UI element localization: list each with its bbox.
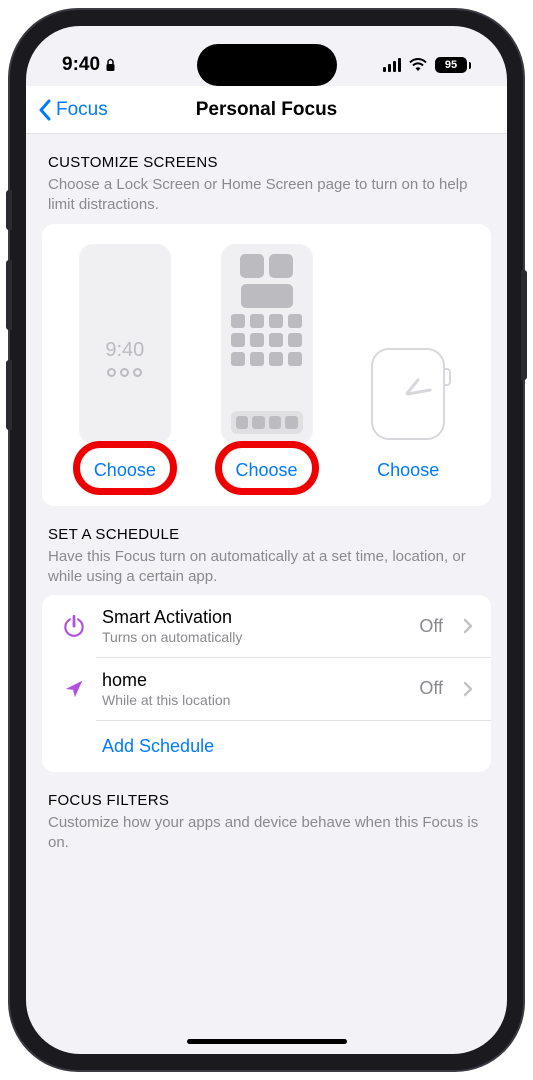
volume-up-button — [6, 260, 12, 330]
power-button — [521, 270, 527, 380]
back-label: Focus — [56, 99, 108, 121]
section-title: SET A SCHEDULE — [48, 526, 485, 543]
section-title: CUSTOMIZE SCREENS — [48, 154, 485, 171]
row-subtitle: While at this location — [102, 692, 405, 708]
navigation-bar: Focus Personal Focus — [26, 86, 507, 134]
volume-down-button — [6, 360, 12, 430]
dynamic-island — [197, 44, 337, 86]
row-value: Off — [419, 678, 443, 699]
screen: 9:40 95 — [26, 26, 507, 1054]
section-title: FOCUS FILTERS — [48, 792, 485, 809]
battery-indicator: 95 — [435, 57, 471, 73]
section-desc: Have this Focus turn on automatically at… — [48, 547, 485, 588]
row-value: Off — [419, 616, 443, 637]
watch-face-option: Choose — [341, 344, 475, 481]
choose-home-screen-button[interactable]: Choose — [235, 460, 297, 481]
home-screen-thumbnail[interactable] — [221, 244, 313, 444]
row-subtitle: Turns on automatically — [102, 629, 405, 645]
choose-watch-face-button[interactable]: Choose — [377, 460, 439, 481]
smart-activation-row[interactable]: Smart Activation Turns on automatically … — [42, 595, 491, 657]
location-arrow-icon — [60, 675, 88, 703]
lock-screen-thumbnail[interactable]: 9:40 — [79, 244, 171, 444]
cellular-signal-icon — [383, 58, 401, 72]
chevron-right-icon — [463, 681, 473, 697]
schedule-header: SET A SCHEDULE Have this Focus turn on a… — [26, 506, 507, 596]
row-title: home — [102, 670, 405, 691]
home-screen-option: Choose — [200, 244, 334, 481]
home-location-row[interactable]: home While at this location Off — [42, 658, 491, 720]
customize-screens-card: 9:40 Choose — [42, 224, 491, 506]
mute-switch — [6, 190, 12, 230]
watch-clock-icon — [383, 369, 433, 419]
add-schedule-button[interactable]: Add Schedule — [102, 736, 214, 757]
add-schedule-row[interactable]: Add Schedule — [42, 720, 491, 772]
page-title: Personal Focus — [196, 99, 338, 121]
row-title: Smart Activation — [102, 607, 405, 628]
content-area[interactable]: CUSTOMIZE SCREENS Choose a Lock Screen o… — [26, 134, 507, 862]
customize-screens-header: CUSTOMIZE SCREENS Choose a Lock Screen o… — [26, 134, 507, 224]
watch-face-thumbnail[interactable] — [364, 344, 452, 444]
battery-level: 95 — [445, 59, 457, 71]
focus-filters-header: FOCUS FILTERS Customize how your apps an… — [26, 772, 507, 862]
chevron-right-icon — [463, 618, 473, 634]
back-button[interactable]: Focus — [38, 99, 108, 121]
lock-thumbnail-time: 9:40 — [105, 339, 144, 362]
lock-icon — [105, 58, 116, 72]
lock-widgets-icon — [107, 368, 142, 377]
status-time: 9:40 — [62, 54, 100, 76]
schedule-card: Smart Activation Turns on automatically … — [42, 595, 491, 772]
power-icon — [60, 612, 88, 640]
wifi-icon — [408, 58, 428, 72]
choose-lock-screen-button[interactable]: Choose — [94, 460, 156, 481]
home-indicator[interactable] — [187, 1039, 347, 1044]
lock-screen-option: 9:40 Choose — [58, 244, 192, 481]
section-desc: Choose a Lock Screen or Home Screen page… — [48, 175, 485, 216]
section-desc: Customize how your apps and device behav… — [48, 813, 485, 854]
chevron-left-icon — [38, 99, 52, 121]
phone-frame: 9:40 95 — [10, 10, 523, 1070]
